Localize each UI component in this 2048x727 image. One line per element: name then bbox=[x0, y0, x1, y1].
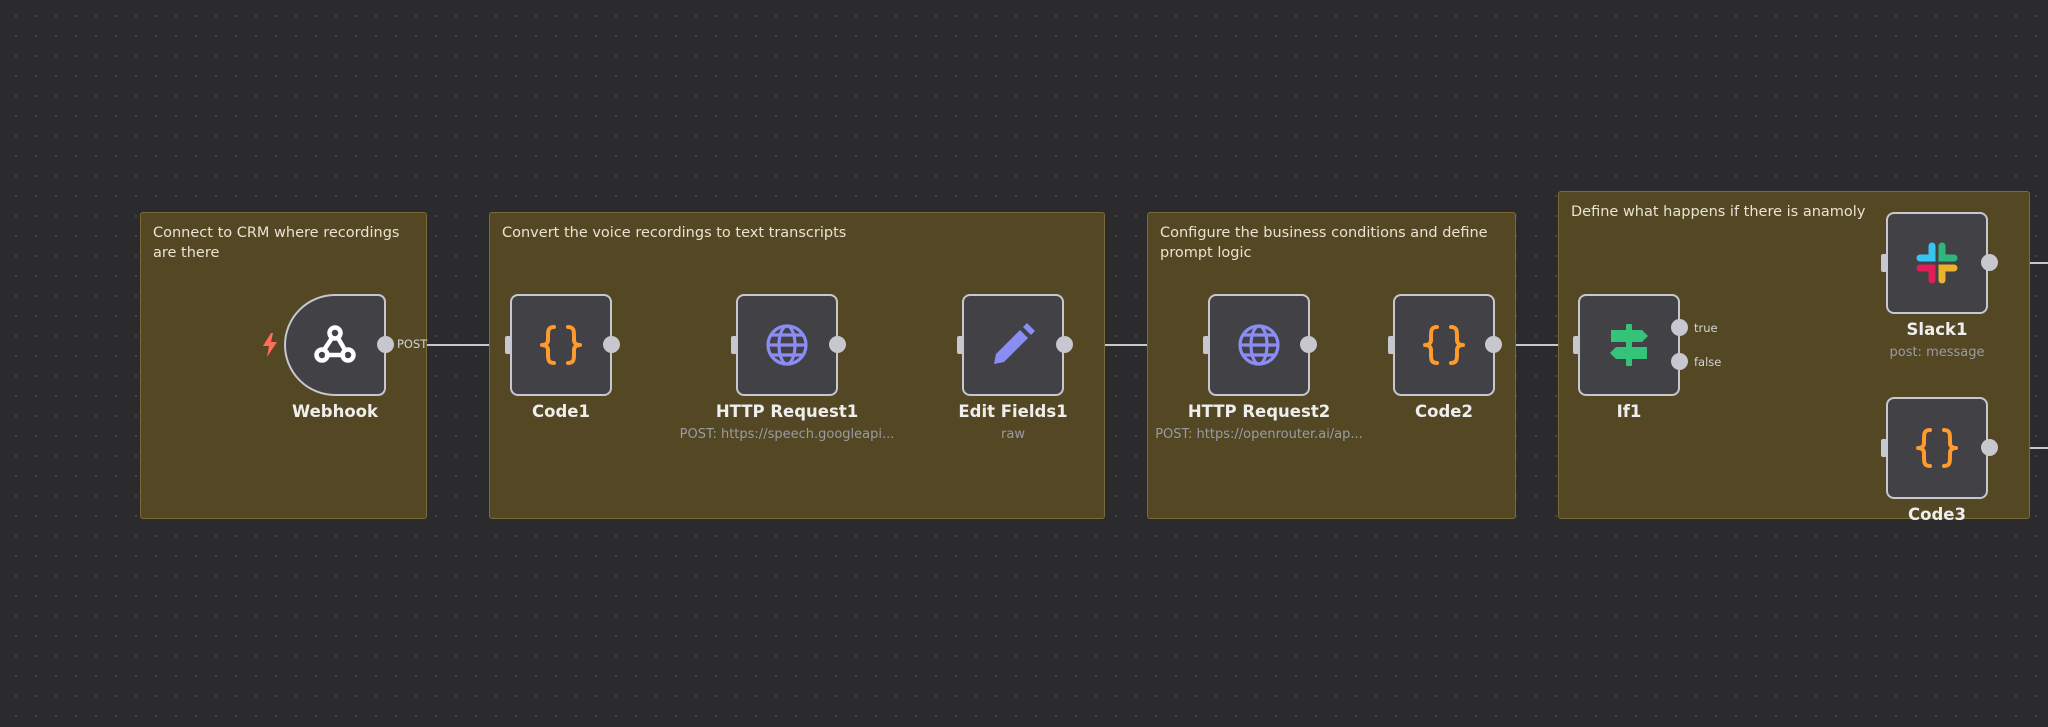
if1-false-output-handle[interactable] bbox=[1671, 353, 1688, 370]
node-title-webhook: Webhook bbox=[291, 402, 378, 421]
node-subtitle-slack1: post: message bbox=[1889, 345, 1985, 360]
pencil-icon bbox=[990, 322, 1036, 368]
node-code3[interactable] bbox=[1886, 397, 1988, 499]
node-code2[interactable] bbox=[1393, 294, 1495, 396]
code3-output-handle[interactable] bbox=[1981, 439, 1998, 456]
code-braces-icon bbox=[1421, 322, 1467, 368]
node-http-request2[interactable] bbox=[1208, 294, 1310, 396]
http1-output-handle[interactable] bbox=[829, 336, 846, 353]
sticky-note-text: Configure the business conditions and de… bbox=[1160, 225, 1488, 261]
node-slack1[interactable] bbox=[1886, 212, 1988, 314]
node-edit-fields1[interactable] bbox=[962, 294, 1064, 396]
globe-icon bbox=[1236, 322, 1282, 368]
code2-output-handle[interactable] bbox=[1485, 336, 1502, 353]
globe-icon bbox=[764, 322, 810, 368]
node-subtitle-http-request2: POST: https://openrouter.ai/ap... bbox=[1155, 427, 1363, 442]
webhook-icon bbox=[312, 322, 358, 368]
node-subtitle-edit-fields1: raw bbox=[1001, 427, 1025, 442]
code-braces-icon bbox=[1914, 425, 1960, 471]
trigger-bolt-icon bbox=[263, 333, 277, 357]
node-title-code3: Code3 bbox=[1908, 505, 1966, 524]
node-subtitle-http-request1: POST: https://speech.googleapi... bbox=[679, 427, 895, 442]
http2-output-handle[interactable] bbox=[1300, 336, 1317, 353]
node-title-edit-fields1: Edit Fields1 bbox=[958, 402, 1068, 421]
node-code1[interactable] bbox=[510, 294, 612, 396]
node-http-request1[interactable] bbox=[736, 294, 838, 396]
node-title-if1: If1 bbox=[1616, 402, 1642, 421]
slack1-output-handle[interactable] bbox=[1981, 254, 1998, 271]
signpost-icon bbox=[1606, 322, 1652, 368]
sticky-note-text: Convert the voice recordings to text tra… bbox=[502, 225, 847, 241]
sticky-note-text: Connect to CRM where recordings are ther… bbox=[153, 225, 400, 261]
node-webhook[interactable] bbox=[284, 294, 386, 396]
webhook-output-handle[interactable] bbox=[377, 336, 394, 353]
workflow-canvas[interactable]: Connect to CRM where recordings are ther… bbox=[0, 0, 2048, 727]
if1-true-output-handle[interactable] bbox=[1671, 319, 1688, 336]
node-if1[interactable] bbox=[1578, 294, 1680, 396]
node-title-code1: Code1 bbox=[532, 402, 590, 421]
edge-label-true: true bbox=[1694, 321, 1718, 335]
edge-label-false: false bbox=[1694, 355, 1722, 369]
node-title-slack1: Slack1 bbox=[1906, 320, 1968, 339]
node-title-http-request1: HTTP Request1 bbox=[715, 402, 859, 421]
edge-label-post: POST bbox=[397, 337, 428, 351]
slack-icon bbox=[1915, 241, 1959, 285]
code-braces-icon bbox=[538, 322, 584, 368]
code1-output-handle[interactable] bbox=[603, 336, 620, 353]
edit1-output-handle[interactable] bbox=[1056, 336, 1073, 353]
